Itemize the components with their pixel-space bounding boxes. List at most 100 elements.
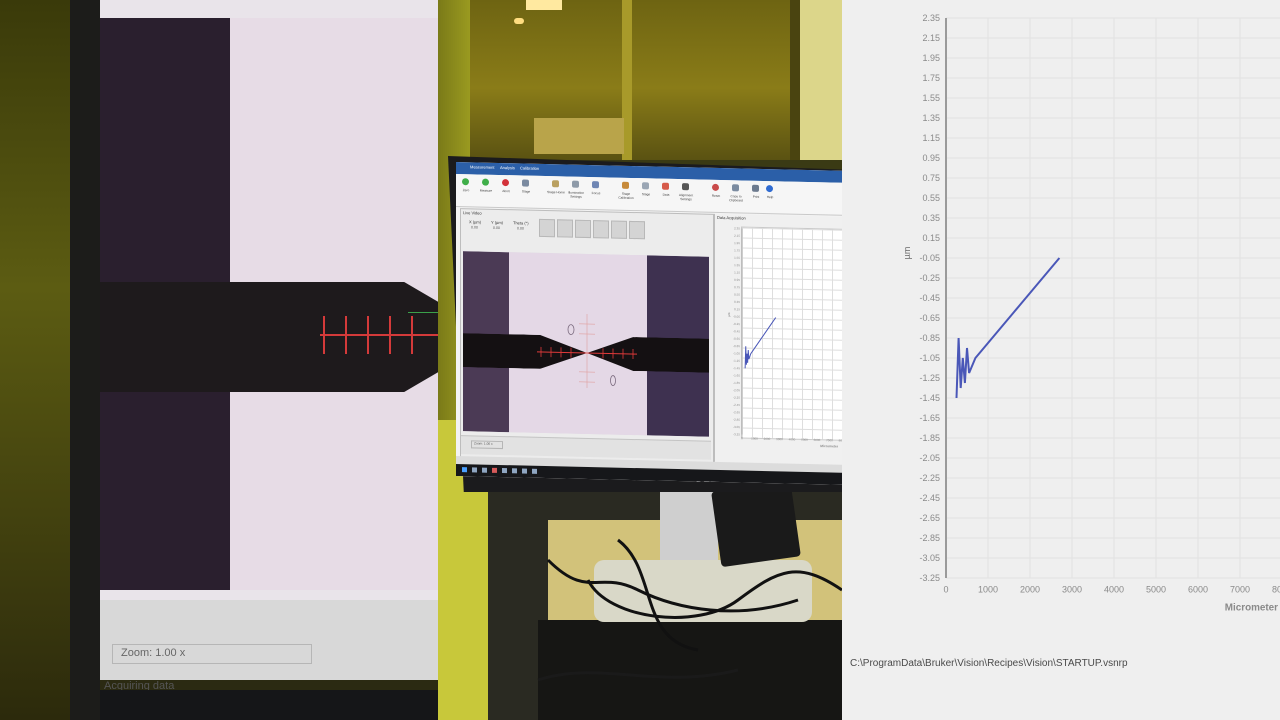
y-tick-label: 1.35	[734, 263, 740, 267]
zero-button-label: Zero	[462, 188, 470, 193]
y-tick-label: 0.75	[734, 285, 740, 289]
video-tool-button[interactable]	[629, 220, 645, 240]
print-icon[interactable]	[752, 184, 759, 192]
y-tick-label: 0.75	[922, 173, 940, 183]
start-icon[interactable]	[462, 467, 467, 473]
video-tool-button[interactable]	[539, 218, 555, 238]
app-icon[interactable]	[522, 468, 527, 474]
y-tick-label: 2.15	[734, 234, 740, 238]
x-coord-value: 0.00	[471, 225, 478, 230]
stage-icon[interactable]	[522, 179, 529, 187]
x-tick-label: 7000	[1230, 584, 1250, 594]
y-tick-label: 0.95	[922, 153, 940, 163]
y-tick-label: -0.05	[919, 253, 940, 263]
x-tick-label: 4000	[1104, 584, 1124, 594]
y-tick-label: -3.25	[733, 432, 740, 436]
focus-icon[interactable]	[592, 181, 599, 189]
app-icon[interactable]	[502, 468, 507, 474]
illumination-icon[interactable]	[572, 180, 579, 188]
alignment-button-label: Alignment Settings	[678, 193, 694, 202]
tab-analysis[interactable]: Analysis	[500, 165, 515, 170]
y-tick-label: -1.05	[733, 351, 740, 355]
focus-button-label: Focus	[591, 191, 601, 196]
y-tick-label: -2.65	[733, 410, 740, 414]
zoomed-profile-chart: 2.35 2.15 1.95 1.75 1.55 1.35 1.15 0.95 0.75 0.55…	[902, 13, 1280, 613]
stage-home-icon[interactable]	[552, 180, 559, 188]
clipboard-icon[interactable]	[732, 184, 739, 192]
x-tick-label: 5000	[801, 438, 808, 442]
y-tick-label: 0.55	[734, 293, 740, 297]
data-icon[interactable]	[662, 182, 669, 190]
y-tick-label: -3.25	[919, 573, 940, 583]
measure-icon[interactable]	[482, 178, 489, 186]
stage-button-label-2: Stage	[641, 192, 651, 197]
stage-calibration-icon[interactable]	[622, 181, 629, 189]
search-icon[interactable]	[472, 467, 477, 473]
y-tick-label: 2.15	[922, 33, 940, 43]
tab-calibration[interactable]: Calibration	[520, 165, 539, 170]
stage-icon-2[interactable]	[642, 182, 649, 190]
yellow-wall	[0, 0, 80, 720]
reset-button-label: Reset	[711, 193, 721, 198]
y-tick-label: -2.85	[733, 418, 740, 422]
stage-button-label: Stage	[521, 189, 531, 194]
x-tick-label: 8000	[839, 438, 842, 442]
y-tick-label: 1.75	[734, 248, 740, 252]
reset-icon[interactable]	[712, 183, 719, 191]
y-tick-label: -2.85	[919, 533, 940, 543]
monitor-screen: Measurement Analysis Calibration Zero Me…	[456, 162, 842, 485]
y-tick-label: -0.85	[919, 333, 940, 343]
y-coord-value: 0.00	[493, 225, 500, 230]
profile-chart: 2.35 2.15 1.95 1.75 1.55 1.35 1.15 0.95 0.75 0.55…	[727, 226, 842, 448]
video-tool-button[interactable]	[575, 219, 591, 239]
y-tick-label: 0.35	[922, 213, 940, 223]
zoomed-taskbar	[100, 690, 438, 720]
video-tool-button[interactable]	[611, 220, 627, 239]
y-tick-label: -0.45	[919, 293, 940, 303]
x-coord-label: X (µm)	[469, 219, 482, 225]
live-video-title: Live Video	[463, 210, 482, 216]
help-button-label: Help	[766, 195, 774, 200]
video-tool-button[interactable]	[593, 220, 609, 239]
yellow-window	[438, 0, 842, 160]
x-tick-label: 0	[741, 436, 743, 440]
y-tick-label: 1.15	[734, 271, 740, 275]
abort-icon[interactable]	[502, 179, 509, 187]
x-tick-label: 2000	[764, 437, 771, 441]
video-tool-button[interactable]	[557, 219, 573, 238]
tab-measurement[interactable]: Measurement	[470, 164, 494, 170]
alignment-icon[interactable]	[682, 183, 689, 191]
x-tick-label: 1000	[978, 584, 998, 594]
y-tick-label: -0.85	[733, 344, 740, 348]
zoom-field[interactable]: Zoom: 1.00 x	[471, 440, 503, 450]
y-tick-label: 0.15	[922, 233, 940, 243]
zoomed-crosshair-ticks	[320, 312, 438, 354]
window-post	[790, 0, 800, 160]
y-tick-label: -0.05	[733, 315, 740, 319]
app-icon[interactable]	[532, 468, 537, 474]
x-axis-label: Micrometer	[820, 444, 838, 448]
y-tick-label: -1.45	[733, 366, 740, 370]
live-video-feed[interactable]	[463, 251, 709, 437]
data-button-label: Data	[662, 192, 670, 197]
theta-coord-label: Theta (°)	[513, 220, 529, 226]
app-icon[interactable]	[512, 468, 517, 474]
app-icon[interactable]	[492, 467, 497, 473]
zero-icon[interactable]	[462, 178, 469, 186]
x-tick-label: 1000	[751, 436, 758, 440]
x-tick-label: 3000	[1062, 584, 1082, 594]
x-tick-label: 7000	[826, 438, 833, 442]
stage-home-button-label: Stage Home	[547, 190, 565, 195]
task-view-icon[interactable]	[482, 467, 487, 473]
y-tick-label: -3.05	[919, 553, 940, 563]
y-tick-label: -1.45	[919, 393, 940, 403]
y-axis-label: µm	[902, 247, 912, 260]
theta-coord-value: 0.00	[517, 226, 524, 231]
measure-button-label: Measure	[479, 188, 493, 193]
y-tick-label: 1.55	[922, 93, 940, 103]
x-tick-label: 8000	[1272, 584, 1280, 594]
cables	[537, 538, 842, 682]
help-icon[interactable]	[766, 185, 773, 193]
y-tick-label: 1.75	[922, 73, 940, 83]
ceiling-lamp	[514, 18, 524, 24]
